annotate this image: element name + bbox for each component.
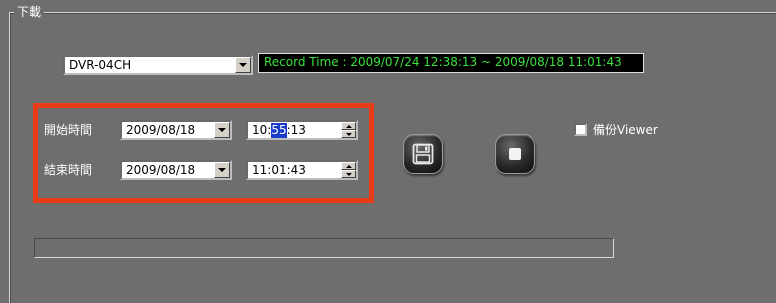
spin-up-icon[interactable]	[341, 122, 356, 130]
backup-viewer-checkbox[interactable]	[574, 123, 587, 136]
end-second[interactable]: 43	[291, 163, 306, 178]
start-second[interactable]: 13	[291, 123, 306, 138]
start-date-value: 2009/08/18	[126, 123, 196, 137]
device-select[interactable]: DVR-04CH	[63, 55, 253, 75]
stop-button[interactable]	[495, 134, 535, 174]
group-title: 下載	[14, 5, 45, 19]
start-time-field[interactable]: 10 : 55 : 13	[246, 120, 358, 140]
end-date-dropdown-button[interactable]	[214, 162, 230, 178]
start-time-label: 開始時間	[44, 123, 93, 137]
time-range-highlight	[33, 103, 374, 203]
start-hour[interactable]: 10	[252, 123, 267, 138]
chevron-down-icon	[239, 63, 247, 67]
floppy-disk-icon	[412, 143, 434, 165]
end-date-picker[interactable]: 2009/08/18	[120, 160, 232, 180]
start-date-picker[interactable]: 2009/08/18	[120, 120, 232, 140]
save-button[interactable]	[403, 134, 443, 174]
end-minute[interactable]: 01	[271, 163, 286, 178]
start-time-spinner[interactable]	[341, 122, 356, 138]
download-progress-bar	[34, 238, 614, 258]
chevron-down-icon	[218, 128, 226, 132]
end-hour[interactable]: 11	[252, 163, 267, 178]
backup-viewer-label: 備份Viewer	[593, 123, 658, 137]
start-minute[interactable]: 55	[271, 123, 287, 138]
device-select-value: DVR-04CH	[69, 58, 132, 72]
end-time-label: 結束時間	[44, 163, 93, 177]
spin-down-icon[interactable]	[341, 170, 356, 178]
start-date-dropdown-button[interactable]	[214, 122, 230, 138]
stop-square-icon	[509, 148, 521, 160]
chevron-down-icon	[218, 168, 226, 172]
spin-up-icon[interactable]	[341, 162, 356, 170]
end-time-spinner[interactable]	[341, 162, 356, 178]
device-dropdown-button[interactable]	[235, 57, 251, 73]
download-panel: 下載 DVR-04CH Record Time : 2009/07/24 12:…	[0, 0, 776, 303]
record-time-display: Record Time : 2009/07/24 12:38:13 ~ 2009…	[258, 53, 644, 73]
end-time-field[interactable]: 11 : 01 : 43	[246, 160, 358, 180]
spin-down-icon[interactable]	[341, 130, 356, 138]
end-date-value: 2009/08/18	[126, 163, 196, 177]
